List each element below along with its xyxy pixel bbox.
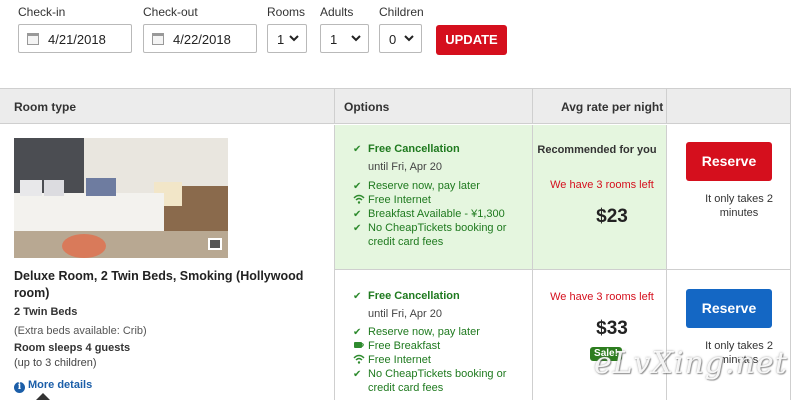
rooms-select[interactable]: 1 xyxy=(267,24,307,53)
calendar-icon xyxy=(27,33,39,45)
checkout-date-input[interactable]: 4/22/2018 xyxy=(143,24,257,53)
rooms-label: Rooms xyxy=(267,5,306,19)
room-children: (up to 3 children) xyxy=(14,357,97,369)
children-label: Children xyxy=(379,5,424,19)
option-feature-continued: credit card fees xyxy=(368,382,444,394)
room-sleeps: Room sleeps 4 guests xyxy=(14,342,131,354)
header-options: Options xyxy=(344,100,390,114)
table-right-border xyxy=(790,88,791,400)
rooms-select-value: 1 xyxy=(277,32,285,47)
option-feature: Free Internet xyxy=(353,194,431,206)
room-photo-image xyxy=(14,138,228,258)
option-free-cancellation: ✔ Free Cancellation xyxy=(353,290,460,302)
calendar-icon xyxy=(152,33,164,45)
adults-label: Adults xyxy=(320,5,354,19)
checkmark-icon: ✔ xyxy=(353,291,362,302)
recommended-label: Recommended for you xyxy=(537,144,657,156)
price: $23 xyxy=(596,206,628,227)
checkmark-icon: ✔ xyxy=(353,209,362,220)
more-details-link[interactable]: i More details xyxy=(14,379,92,393)
option-feature: Free Internet xyxy=(353,354,431,366)
search-bar: Check-in 4/21/2018 Check-out 4/22/2018 R… xyxy=(0,0,800,86)
chevron-down-icon xyxy=(351,35,361,42)
watermark-text: eLvXing.net xyxy=(594,346,788,381)
option-feature: ✔ Reserve now, pay later xyxy=(353,180,480,192)
reserve-time-note: It only takes 2 minutes xyxy=(705,193,773,219)
checkin-date-input[interactable]: 4/21/2018 xyxy=(18,24,132,53)
column-divider xyxy=(532,125,533,400)
info-icon: i xyxy=(14,382,25,393)
chevron-down-icon xyxy=(289,35,299,42)
room-photo[interactable] xyxy=(14,138,228,258)
header-divider xyxy=(334,89,335,124)
checkmark-icon: ✔ xyxy=(353,327,362,338)
children-select[interactable]: 0 xyxy=(379,24,422,53)
checkin-label: Check-in xyxy=(18,5,66,19)
reserve-button[interactable]: Reserve xyxy=(686,142,772,181)
option-feature: Free Breakfast xyxy=(353,340,440,352)
row-separator xyxy=(334,269,790,270)
checkmark-icon: ✔ xyxy=(353,223,362,234)
reserve-button[interactable]: Reserve xyxy=(686,289,772,328)
checkin-date-value: 4/21/2018 xyxy=(48,32,106,47)
adults-select[interactable]: 1 xyxy=(320,24,369,53)
room-beds: 2 Twin Beds xyxy=(14,306,78,318)
caret-up-icon xyxy=(36,393,50,400)
option-free-cancellation: ✔ Free Cancellation xyxy=(353,143,460,155)
adults-select-value: 1 xyxy=(330,32,338,47)
update-button[interactable]: UPDATE xyxy=(436,25,507,55)
option-feature-continued: credit card fees xyxy=(368,236,444,248)
coffee-cup-icon xyxy=(354,342,364,348)
more-details-label: More details xyxy=(28,379,93,391)
wifi-icon xyxy=(353,194,365,204)
checkmark-icon: ✔ xyxy=(353,181,362,192)
checkmark-icon: ✔ xyxy=(353,369,362,380)
rooms-table-header: Room type Options Avg rate per night xyxy=(0,88,791,124)
option-cancel-deadline: until Fri, Apr 20 xyxy=(368,161,442,173)
option-feature: ✔ No CheapTickets booking or xyxy=(353,222,507,234)
header-room-type: Room type xyxy=(14,100,77,114)
option-feature: ✔ Breakfast Available - ¥1,300 xyxy=(353,208,505,220)
option-feature: ✔ No CheapTickets booking or xyxy=(353,368,507,380)
header-divider xyxy=(666,89,667,124)
rooms-left-notice: We have 3 rooms left xyxy=(550,291,654,303)
room-extra-beds: (Extra beds available: Crib) xyxy=(14,325,147,337)
chevron-down-icon xyxy=(404,35,414,42)
wifi-icon xyxy=(353,354,365,364)
option-cancel-deadline: until Fri, Apr 20 xyxy=(368,308,442,320)
checkout-label: Check-out xyxy=(143,5,198,19)
checkout-date-value: 4/22/2018 xyxy=(173,32,231,47)
rooms-left-notice: We have 3 rooms left xyxy=(550,179,654,191)
children-select-value: 0 xyxy=(389,32,397,47)
column-divider xyxy=(334,125,335,400)
room-title: Deluxe Room, 2 Twin Beds, Smoking (Holly… xyxy=(14,269,304,300)
price: $33 xyxy=(596,318,628,339)
header-avg-rate: Avg rate per night xyxy=(561,100,664,114)
option-feature: ✔ Reserve now, pay later xyxy=(353,326,480,338)
header-divider xyxy=(532,89,533,124)
checkmark-icon: ✔ xyxy=(353,144,362,155)
